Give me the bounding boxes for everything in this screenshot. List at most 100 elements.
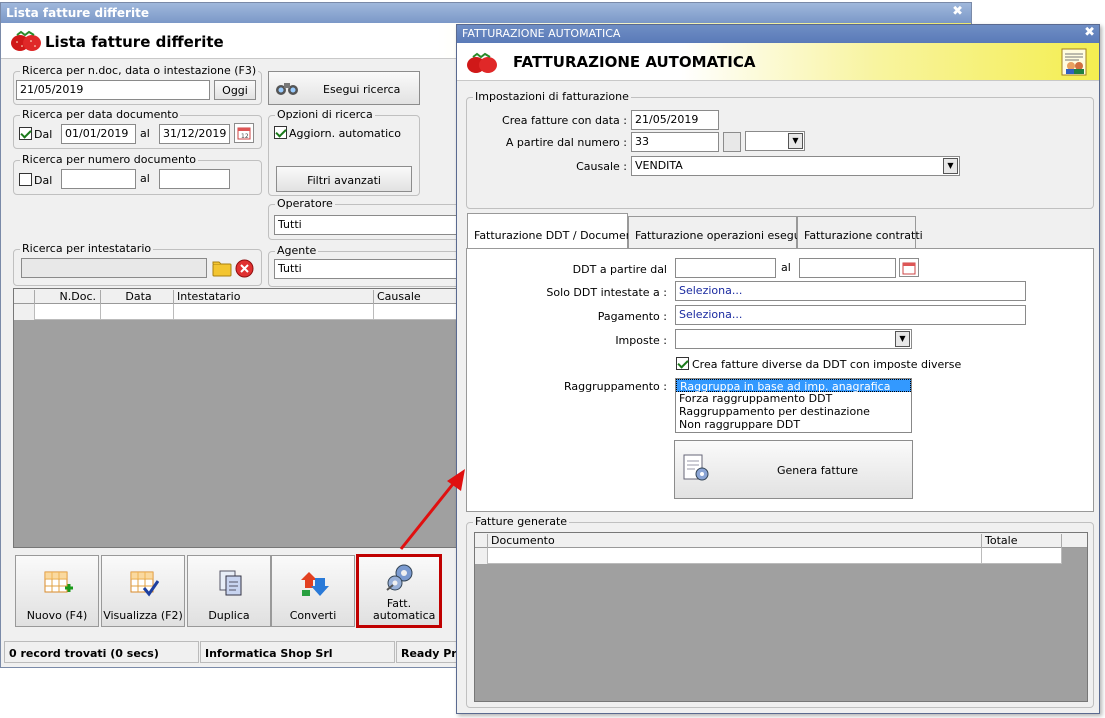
grouping-option[interactable]: Raggruppa in base ad imp. anagrafica (676, 379, 911, 393)
auto-update-label: Aggiorn. automatico (289, 127, 401, 140)
number-series-select[interactable]: ▼ (745, 131, 805, 151)
view-grid-icon (130, 571, 159, 597)
calendar-icon[interactable]: 12 (234, 123, 254, 143)
new-button-label: Nuovo (F4) (26, 609, 88, 622)
holder-field[interactable] (21, 258, 207, 278)
only-ddt-label: Solo DDT intestate a : (546, 286, 667, 299)
agent-select[interactable]: Tutti (274, 259, 464, 279)
chevron-down-icon[interactable]: ▼ (788, 133, 803, 149)
generate-invoices-label: Genera fatture (777, 464, 859, 477)
column-header[interactable]: Data (101, 290, 174, 304)
date-to-field[interactable]: 31/12/2019 (159, 124, 230, 144)
tab-contracts[interactable]: Fatturazione contratti (797, 216, 923, 248)
view-button[interactable]: Visualizza (F2) (101, 555, 185, 627)
number-dal-label: Dal (34, 174, 53, 187)
column-header[interactable]: N.Doc. (35, 290, 101, 304)
column-header[interactable]: Intestatario (174, 290, 374, 304)
dialog-page-title: FATTURAZIONE AUTOMATICA (513, 53, 756, 71)
user-help-icon[interactable] (1061, 48, 1087, 76)
convert-icon (301, 572, 329, 596)
dialog-title: FATTURAZIONE AUTOMATICA (462, 27, 621, 40)
operator-select[interactable]: Tutti (274, 215, 464, 235)
main-window-title: Lista fatture differite (6, 6, 149, 20)
auto-update-checkbox[interactable] (274, 126, 287, 139)
operator-label: Operatore (275, 197, 335, 210)
create-date-label: Crea fatture con data : (502, 114, 627, 127)
clear-icon[interactable] (235, 259, 254, 278)
only-ddt-field[interactable]: Seleziona... (675, 281, 1026, 301)
search-input[interactable]: 21/05/2019 (16, 80, 210, 100)
new-grid-icon (44, 571, 73, 593)
grouping-option[interactable]: Non raggruppare DDT (676, 418, 911, 431)
status-company: Informatica Shop Srl (200, 641, 395, 663)
table-row[interactable] (14, 304, 462, 320)
generated-header-rowsel (475, 534, 488, 548)
grouping-listbox[interactable]: Raggruppa in base ad imp. anagrafica For… (675, 378, 912, 433)
ddt-al-label: al (781, 261, 791, 274)
search-options-label: Opzioni di ricerca (275, 108, 375, 121)
dialog-header: FATTURAZIONE AUTOMATICA (457, 43, 1099, 81)
dialog-titlebar[interactable]: FATTURAZIONE AUTOMATICA ✖ (457, 25, 1099, 43)
grouping-option[interactable]: Raggruppamento per destinazione (676, 405, 911, 418)
tab-executed-operations[interactable]: Fatturazione operazioni eseguite (628, 216, 815, 248)
ddt-to-field[interactable] (799, 258, 896, 278)
duplicate-icon (219, 570, 242, 596)
date-al-label: al (140, 127, 150, 140)
folder-icon[interactable] (212, 259, 232, 277)
generate-invoices-button[interactable]: Genera fatture (674, 440, 913, 499)
column-header[interactable]: Documento (488, 534, 982, 548)
page-title: Lista fatture differite (45, 33, 224, 51)
chevron-down-icon[interactable]: ▼ (895, 331, 910, 347)
tab-ddt-documents[interactable]: Fatturazione DDT / Documenti (467, 213, 640, 249)
new-button[interactable]: Nuovo (F4) (15, 555, 99, 627)
grouping-option[interactable]: Forza raggruppamento DDT (676, 392, 911, 405)
status-ready: Ready Pro (396, 641, 458, 663)
diff-taxes-checkbox[interactable] (676, 357, 689, 370)
causale-select[interactable]: VENDITA ▼ (631, 156, 960, 176)
payment-field[interactable]: Seleziona... (675, 305, 1026, 325)
today-button[interactable]: Oggi (214, 80, 256, 100)
start-number-field[interactable]: 33 (631, 132, 719, 152)
advanced-filters-button[interactable]: Filtri avanzati (276, 166, 412, 192)
generated-invoices-label: Fatture generate (473, 515, 570, 528)
duplicate-button-label: Duplica (208, 609, 250, 622)
search-text-label: Ricerca per n.doc, data o intestazione (… (20, 64, 259, 77)
close-icon[interactable]: ✖ (952, 4, 963, 19)
duplicate-button[interactable]: Duplica (187, 555, 271, 627)
create-date-field[interactable]: 21/05/2019 (631, 110, 719, 130)
number-to-field[interactable] (159, 169, 230, 189)
automatic-invoice-icon (386, 564, 413, 591)
main-titlebar[interactable]: Lista fatture differite ✖ (1, 3, 971, 23)
number-al-label: al (140, 172, 150, 185)
column-header[interactable]: Totale (982, 534, 1062, 548)
svg-text:12: 12 (241, 133, 249, 140)
causale-label: Causale : (576, 160, 627, 173)
automatic-invoice-button[interactable]: Fatt. automatica (356, 554, 442, 628)
number-dal-checkbox[interactable] (19, 173, 32, 186)
generated-table-row[interactable] (475, 548, 1062, 564)
dialog-close-icon[interactable]: ✖ (1084, 25, 1095, 40)
search-button[interactable]: Esegui ricerca (268, 71, 420, 105)
search-button-label: Esegui ricerca (323, 83, 401, 96)
generated-invoices-table[interactable]: Documento Totale (474, 532, 1088, 702)
table-header-rowsel (14, 290, 35, 304)
automatic-invoice-label: Fatt. automatica (373, 597, 436, 622)
taxes-select[interactable]: ▼ (675, 329, 912, 349)
binoculars-icon (276, 83, 298, 95)
annotation-arrow (399, 469, 465, 550)
date-dal-checkbox[interactable] (19, 127, 32, 140)
column-header[interactable]: Causale (374, 290, 464, 304)
number-suffix-box[interactable] (723, 132, 741, 152)
number-search-label: Ricerca per numero documento (20, 153, 199, 166)
chevron-down-icon[interactable]: ▼ (943, 158, 958, 174)
calendar-icon[interactable] (899, 258, 919, 277)
date-search-label: Ricerca per data documento (20, 108, 181, 121)
view-button-label: Visualizza (F2) (103, 609, 183, 622)
ddt-from-label: DDT a partire dal (572, 263, 667, 276)
grouping-label: Raggruppamento : (563, 380, 667, 393)
ddt-from-field[interactable] (675, 258, 776, 278)
number-from-field[interactable] (61, 169, 136, 189)
date-from-field[interactable]: 01/01/2019 (61, 124, 136, 144)
table-header: N.Doc. Data Intestatario Causale (14, 289, 462, 304)
convert-button[interactable]: Converti (271, 555, 355, 627)
